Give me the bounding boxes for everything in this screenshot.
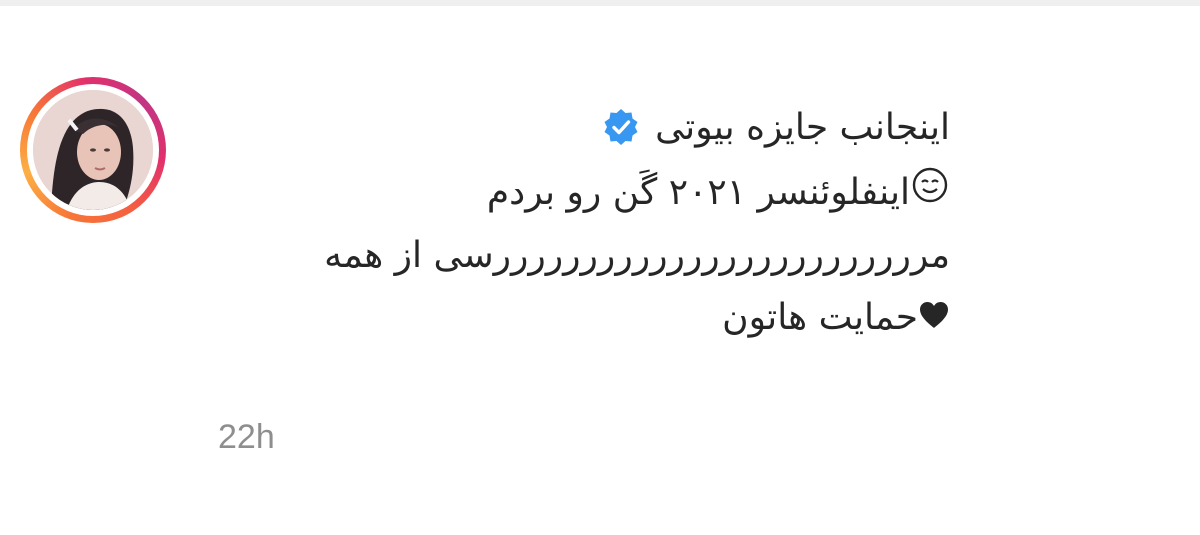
comment-header: اینجانب جایزه بیوتی: [110, 92, 950, 162]
comment-line-1: اینفلوئنسر ۲۰۲۱ گَن رو بردم: [110, 162, 950, 225]
top-divider: [0, 0, 1200, 6]
comment-text-2: مرررررررررررررررررررررررررسی از همه: [324, 235, 950, 276]
comment-line-3: حمایت هاتون: [110, 287, 950, 350]
comment-line-2: مرررررررررررررررررررررررررسی از همه: [110, 225, 950, 287]
comment-timestamp[interactable]: 22h: [218, 418, 275, 457]
comment-text-1: اینفلوئنسر ۲۰۲۱ گَن رو بردم: [486, 172, 910, 213]
username-link[interactable]: اینجانب جایزه بیوتی: [655, 107, 950, 148]
black-heart-icon: [918, 288, 950, 350]
comment-text-3: حمایت هاتون: [722, 297, 918, 338]
verified-badge-icon: [601, 107, 641, 147]
smiling-face-icon: [910, 163, 950, 225]
comment-body: اینجانب جایزه بیوتی اینفلوئنسر ۲۰۲۱ گَن …: [110, 92, 950, 350]
